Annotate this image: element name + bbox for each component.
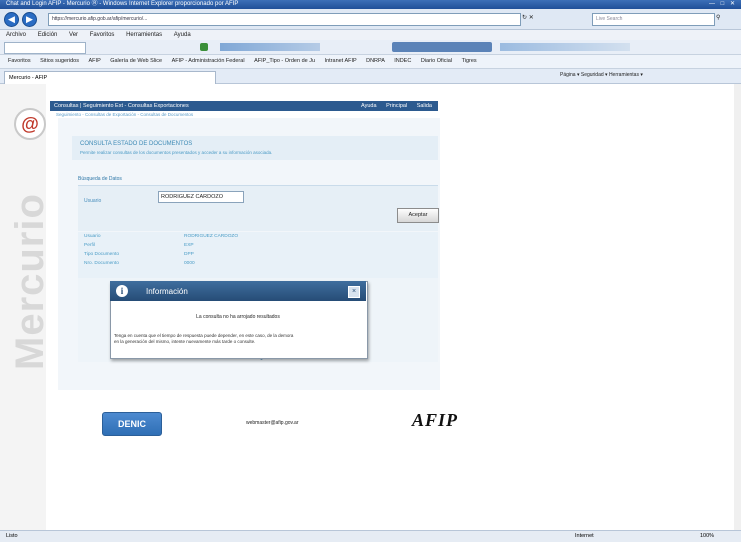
fav-item[interactable]: Sitios sugeridos — [40, 58, 79, 64]
page-title: CONSULTA ESTADO DE DOCUMENTOS — [80, 141, 193, 147]
section-label: Búsqueda de Datos — [78, 176, 122, 182]
dialog-title: Información — [146, 287, 188, 296]
fav-item[interactable]: AFIP — [89, 58, 101, 64]
toolbar-highlight-button[interactable] — [392, 42, 492, 52]
info-value: DPP — [184, 252, 194, 257]
aceptar-button[interactable]: Aceptar — [397, 208, 439, 223]
favorites-bar: Favoritos Sitios sugeridos AFIP Galería … — [0, 55, 741, 69]
info-label: Tipo Documento — [84, 252, 120, 257]
window-title: Chat and Login AFIP - Mercurio Ⓡ - Windo… — [6, 1, 239, 7]
page-subtitle: Permite realizar consultas de los docume… — [80, 150, 273, 155]
search-go-icon[interactable]: ⚲ — [716, 14, 720, 21]
command-bar[interactable]: Página ▾ Seguridad ▾ Herramientas ▾ — [560, 72, 643, 78]
fav-item[interactable]: AFIP - Administración Federal — [172, 58, 245, 64]
info-value: RODRIGUEZ CARDOZO — [184, 234, 239, 239]
window-controls[interactable]: — □ ✕ — [709, 0, 737, 9]
fav-item[interactable]: AFIP_Tipo - Orden de Ju — [254, 58, 315, 64]
site-header: Consultas | Seguimiento Ext - Consultas … — [50, 101, 438, 111]
menu-item-edicion[interactable]: Edición — [38, 32, 58, 38]
info-label: Nro. Documento — [84, 261, 119, 266]
dialog-message: La consulta no ha arrojado resultados — [196, 314, 280, 320]
status-zone: Internet — [575, 533, 594, 539]
fav-item[interactable]: Intranet AFIP — [325, 58, 357, 64]
afip-logo: AFIP — [412, 410, 459, 430]
toolbar-buttons[interactable] — [220, 43, 320, 51]
link-principal[interactable]: Principal — [386, 103, 407, 109]
menu-item-archivo[interactable]: Archivo — [6, 32, 26, 38]
info-value: EXP — [184, 243, 194, 248]
menu-item-favoritos[interactable]: Favoritos — [90, 32, 115, 38]
fav-item[interactable]: DNRPA — [366, 58, 385, 64]
user-label: Usuario — [84, 198, 102, 204]
link-salida[interactable]: Salida — [417, 103, 432, 109]
fav-item[interactable]: Diario Oficial — [421, 58, 452, 64]
fav-item[interactable]: INDEC — [394, 58, 411, 64]
fav-item[interactable]: Tigres — [462, 58, 477, 64]
close-icon[interactable]: × — [348, 286, 360, 298]
back-button[interactable]: ◀ — [4, 12, 19, 27]
info-icon: i — [116, 285, 128, 297]
title-panel — [72, 136, 438, 160]
site-header-links: Ayuda Principal Salida — [353, 101, 432, 111]
tab-row: Mercurio - AFIP Página ▾ Seguridad ▾ Her… — [0, 69, 741, 84]
dialog-body-line: en la generación del mismo, intente nuev… — [114, 339, 256, 344]
info-label: Usuario — [84, 234, 101, 239]
go-icon[interactable] — [200, 43, 208, 51]
breadcrumb[interactable]: Seguimiento - Consultas de Exportación -… — [56, 112, 193, 117]
extra-toolbar — [0, 40, 741, 55]
denic-logo[interactable]: DENIC — [102, 412, 162, 436]
toolbar-search-field[interactable] — [4, 42, 86, 54]
site-header-title: Consultas | Seguimiento Ext - Consultas … — [54, 103, 189, 109]
url-input[interactable]: https://mercurio.afip.gob.ar/afip/mercur… — [48, 13, 521, 26]
info-value: 0000 — [184, 261, 195, 266]
mercurio-logo: @ — [14, 108, 46, 140]
zoom-level[interactable]: 100% — [700, 531, 714, 542]
menu-bar: Archivo Edición Ver Favoritos Herramient… — [0, 30, 741, 40]
search-form-panel — [78, 185, 438, 231]
info-label: Perfil — [84, 243, 95, 248]
status-text: Listo — [6, 533, 18, 539]
brand-text: Mercurio — [8, 193, 52, 370]
fav-item[interactable]: Galería de Web Slice — [110, 58, 162, 64]
refresh-stop-icons[interactable]: ↻ ✕ — [522, 14, 534, 21]
vertical-scrollbar[interactable] — [734, 84, 741, 530]
dialog-body-line: Tenga en cuenta que el tiempo de respues… — [114, 333, 294, 338]
menu-item-herramientas[interactable]: Herramientas — [126, 32, 162, 38]
menu-item-ayuda[interactable]: Ayuda — [174, 32, 191, 38]
brand-vertical: Mercurio — [6, 144, 52, 374]
window-titlebar: Chat and Login AFIP - Mercurio Ⓡ - Windo… — [0, 0, 741, 9]
forward-button[interactable]: ▶ — [22, 12, 37, 27]
info-panel — [78, 232, 438, 278]
address-toolbar: ◀ ▶ https://mercurio.afip.gob.ar/afip/me… — [0, 9, 741, 30]
status-bar: Listo Internet 100% — [0, 530, 741, 542]
footer-email-link[interactable]: webmaster@afip.gov.ar — [246, 420, 299, 426]
link-ayuda[interactable]: Ayuda — [361, 103, 377, 109]
browser-tab[interactable]: Mercurio - AFIP — [4, 71, 216, 84]
search-input[interactable]: Live Search — [592, 13, 715, 26]
fav-item[interactable]: Favoritos — [8, 58, 31, 64]
user-input[interactable]: RODRIGUEZ CARDOZO — [158, 191, 244, 203]
menu-item-ver[interactable]: Ver — [69, 32, 78, 38]
toolbar-more-buttons[interactable] — [500, 43, 630, 51]
